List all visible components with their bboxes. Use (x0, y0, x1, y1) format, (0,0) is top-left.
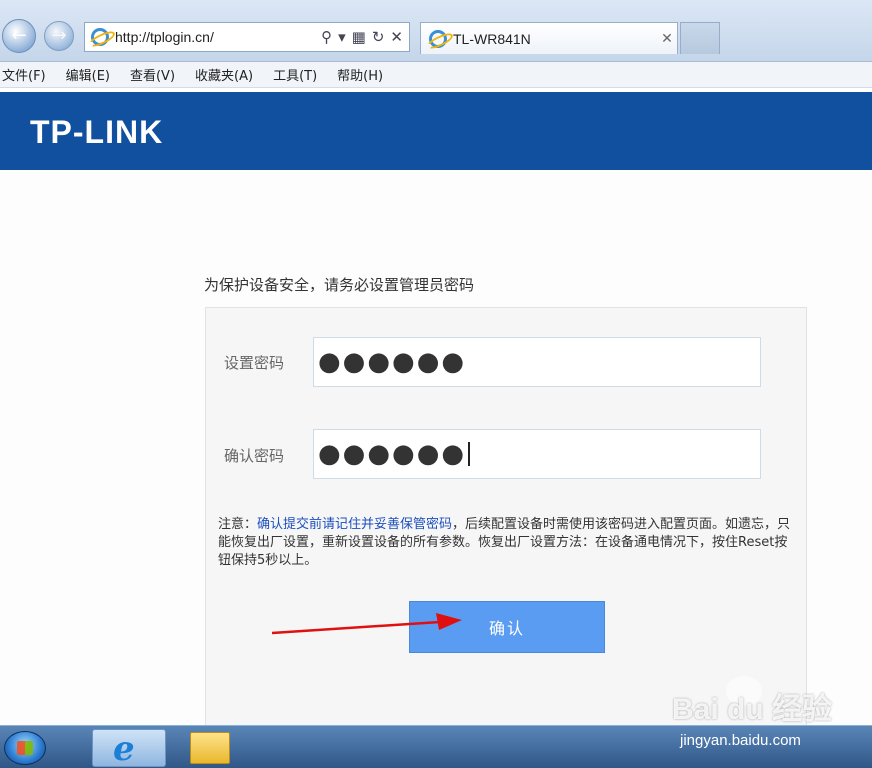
arrow-head (436, 613, 462, 630)
ie-taskbar-icon: e (113, 729, 135, 768)
start-button[interactable] (4, 731, 46, 765)
taskbar: e jingyan.baidu.com (0, 725, 872, 768)
watermark-url: jingyan.baidu.com (680, 732, 801, 749)
red-arrow-annotation (271, 613, 462, 635)
arrow-shaft (271, 620, 441, 635)
taskbar-ie-button[interactable]: e (92, 729, 166, 767)
taskbar-explorer-button[interactable] (190, 732, 230, 764)
baidu-watermark: Bai du 经验 (672, 693, 833, 726)
